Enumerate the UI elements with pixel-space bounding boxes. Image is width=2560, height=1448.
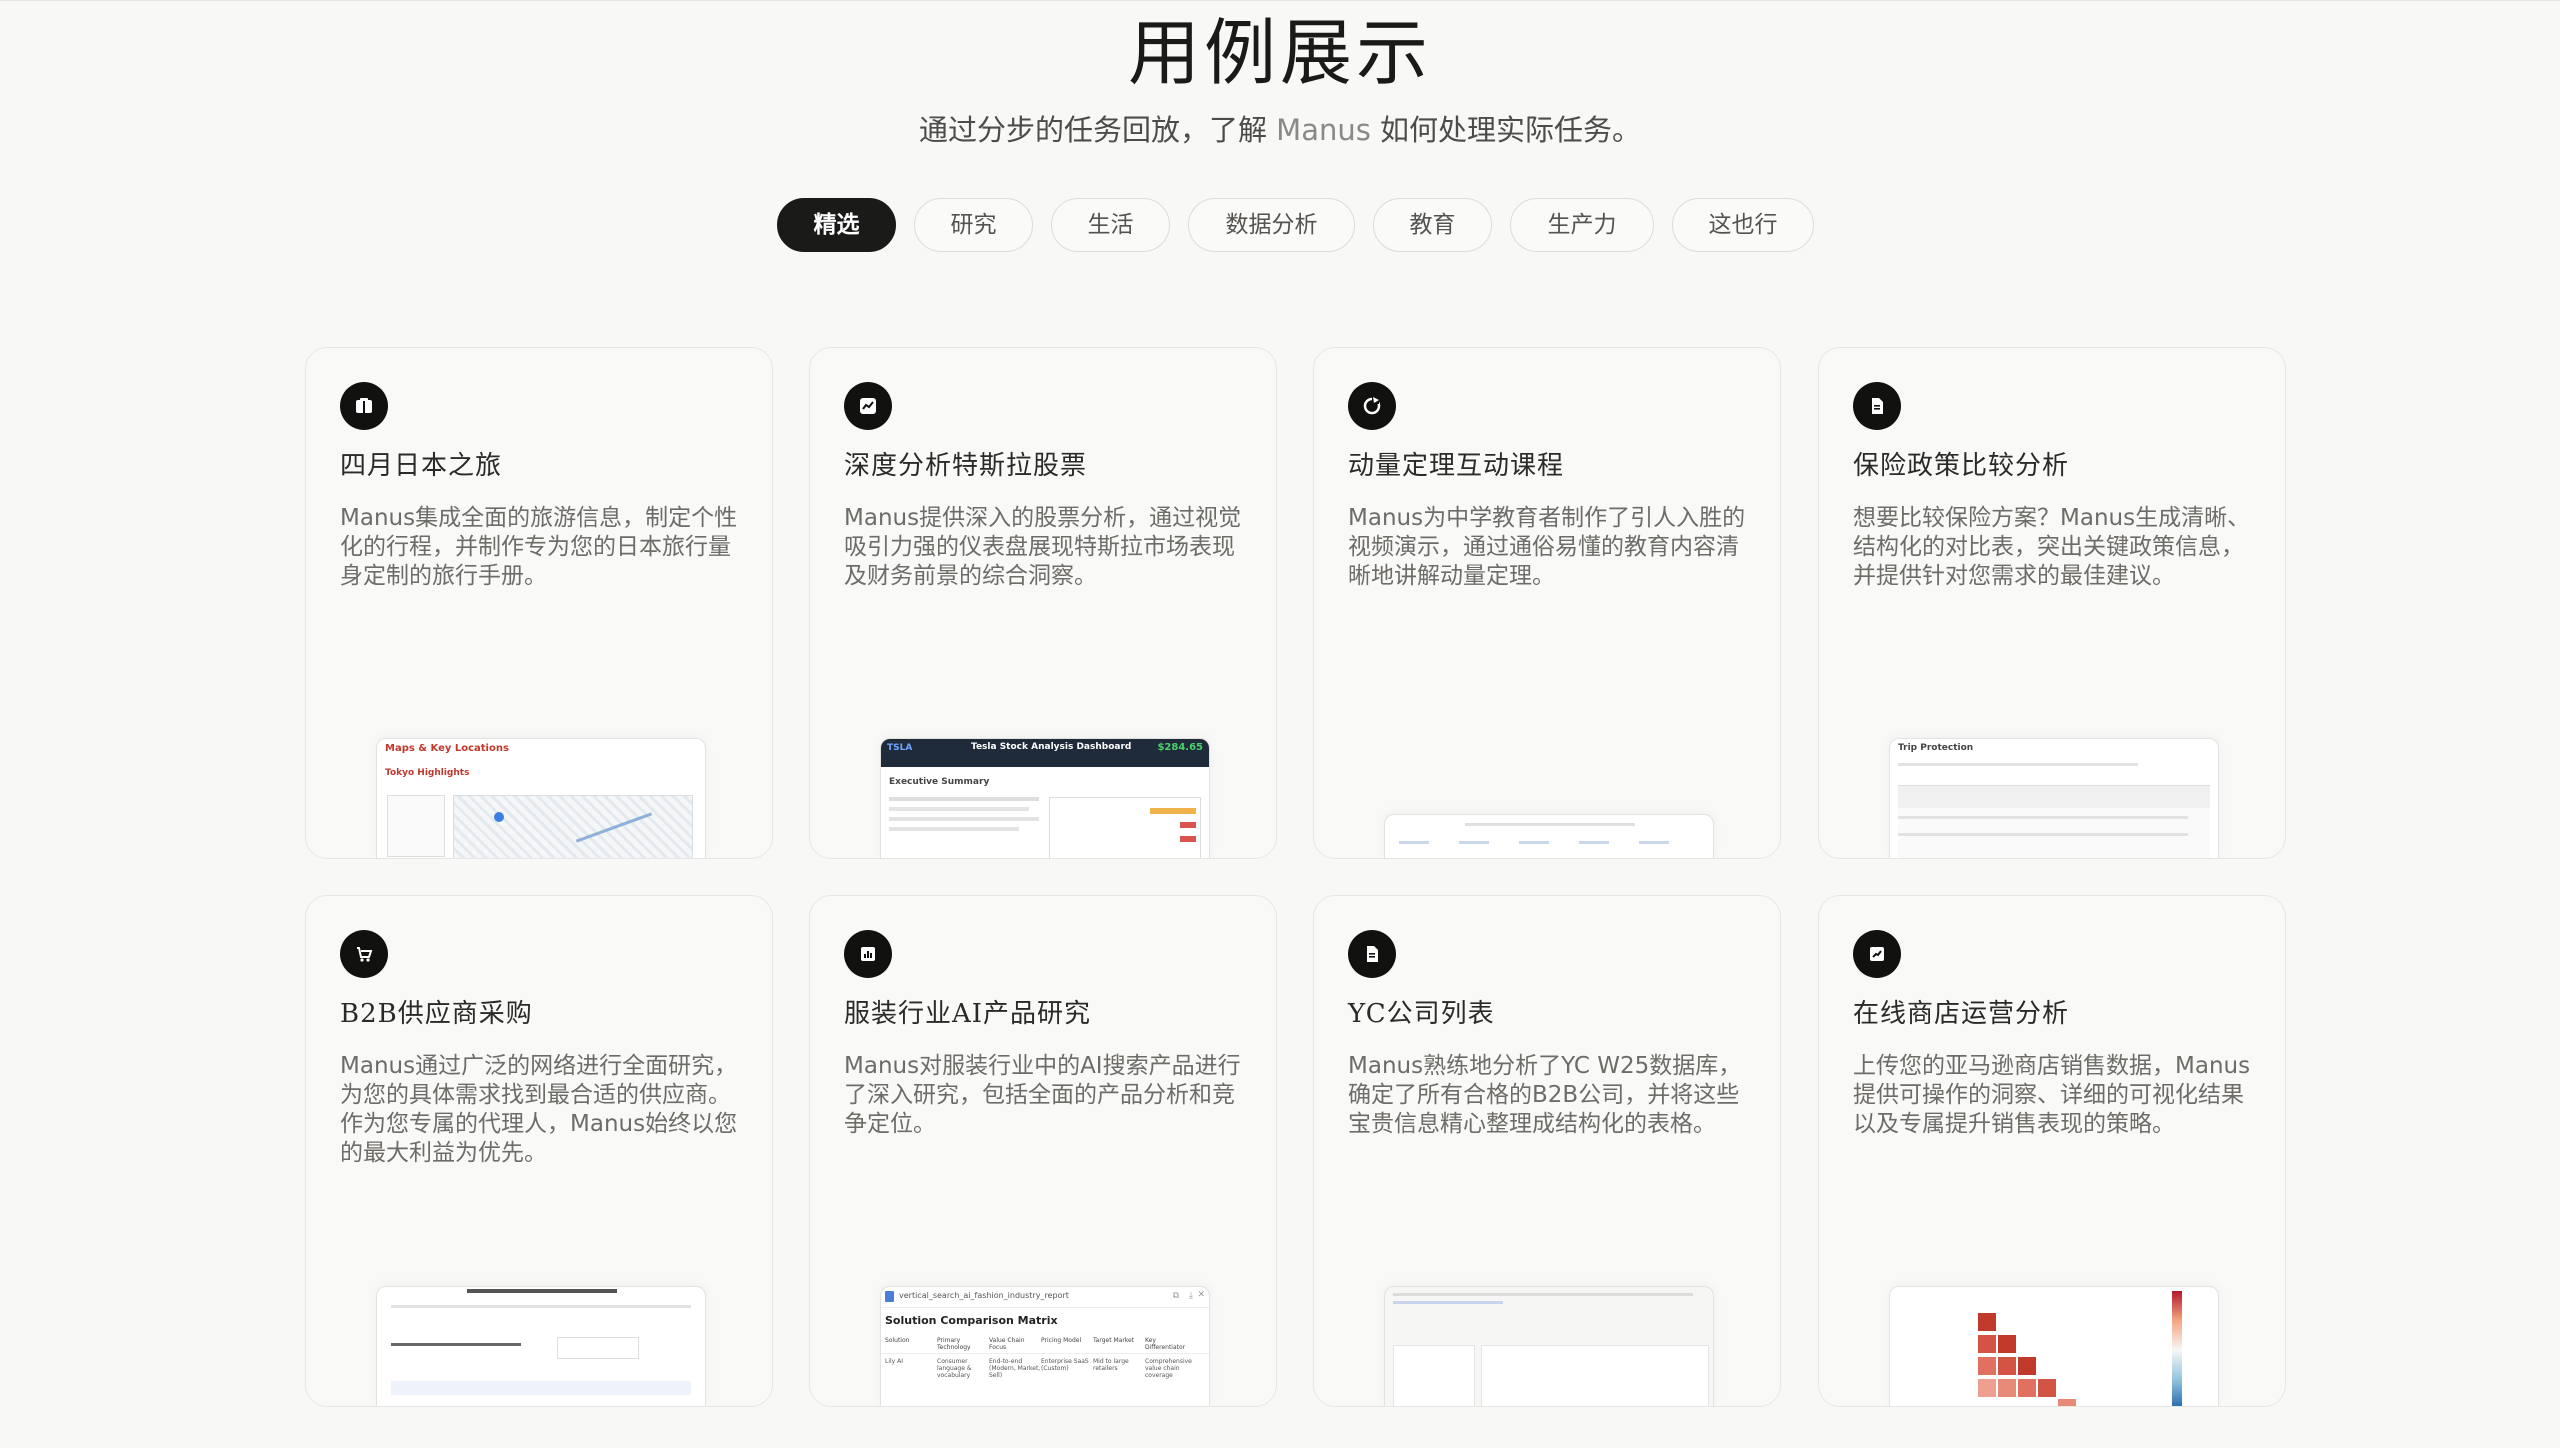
card-preview-thumbnail (1384, 814, 1714, 858)
thumb-heading: Solution Comparison Matrix (885, 1314, 1058, 1327)
card-title: YC公司列表 (1348, 999, 1495, 1029)
card-description: 想要比较保险方案？Manus生成清晰、结构化的对比表，突出关键政策信息，并提供针… (1853, 505, 2251, 589)
tab-data-analysis[interactable]: 数据分析 (1188, 198, 1355, 252)
card-preview-thumbnail (1889, 1286, 2219, 1406)
card-description: Manus为中学教育者制作了引人入胜的视频演示，通过通俗易懂的教育内容清晰地讲解… (1348, 505, 1746, 589)
card-description: Manus通过广泛的网络进行全面研究，为您的具体需求找到最合适的供应商。作为您专… (340, 1053, 738, 1166)
card-title: 深度分析特斯拉股票 (844, 451, 1088, 481)
close-icon: ✕ (1197, 1290, 1205, 1300)
use-case-card-yc-list[interactable]: YC公司列表 Manus熟练地分析了YC W25数据库，确定了所有合格的B2B公… (1313, 895, 1781, 1407)
file-tab-bar: vertical_search_ai_fashion_industry_repo… (881, 1287, 1209, 1308)
thumb-heading: Maps & Key Locations (385, 743, 509, 754)
chart-icon (844, 382, 892, 430)
card-description: Manus对服装行业中的AI搜索产品进行了深入研究，包括全面的产品分析和竞争定位… (844, 1053, 1241, 1137)
dashboard-header-bar: TSLA Tesla Stock Analysis Dashboard $284… (881, 739, 1209, 767)
refresh-icon (1348, 382, 1396, 430)
download-icon: ⤓ (1189, 1291, 1193, 1301)
document-icon (1853, 382, 1901, 430)
thumb-subheading: Executive Summary (889, 777, 990, 787)
thumb-price: $284.65 (1157, 742, 1203, 753)
card-preview-thumbnail (376, 1286, 706, 1406)
use-case-card-store-analysis[interactable]: 在线商店运营分析 上传您的亚马逊商店销售数据，Manus提供可操作的洞察、详细的… (1818, 895, 2286, 1407)
use-case-card-momentum-course[interactable]: 动量定理互动课程 Manus为中学教育者制作了引人入胜的视频演示，通过通俗易懂的… (1313, 347, 1781, 859)
subtitle-text-pre: 通过分步的任务回放，了解 (918, 113, 1277, 147)
document-icon (1348, 930, 1396, 978)
card-title: 服装行业AI产品研究 (844, 999, 1092, 1029)
matrix-header-row: Solution Primary Technology Value Chain … (881, 1331, 1209, 1354)
page-title: 用例展示 (1127, 11, 1432, 95)
category-tabs: 精选 研究 生活 数据分析 教育 生产力 这也行 (0, 198, 2560, 254)
card-title: 四月日本之旅 (340, 451, 503, 481)
file-icon (885, 1291, 894, 1302)
card-title: B2B供应商采购 (340, 999, 533, 1029)
card-title: 动量定理互动课程 (1348, 451, 1565, 481)
tab-life[interactable]: 生活 (1051, 198, 1170, 252)
thumb-heading: Tesla Stock Analysis Dashboard (971, 742, 1132, 752)
thumb-file-name: vertical_search_ai_fashion_industry_repo… (899, 1291, 1069, 1300)
map-image (453, 795, 693, 858)
use-case-card-fashion-ai[interactable]: 服装行业AI产品研究 Manus对服装行业中的AI搜索产品进行了深入研究，包括全… (809, 895, 1277, 1407)
cart-icon (340, 930, 388, 978)
book-icon (340, 382, 388, 430)
tab-this-too[interactable]: 这也行 (1672, 198, 1814, 252)
card-preview-thumbnail: TSLA Tesla Stock Analysis Dashboard $284… (880, 738, 1210, 858)
thumb-ticker: TSLA (887, 743, 913, 753)
card-preview-thumbnail: vertical_search_ai_fashion_industry_repo… (880, 1286, 1210, 1406)
tab-productivity[interactable]: 生产力 (1510, 198, 1654, 252)
use-case-card-japan-trip[interactable]: 四月日本之旅 Manus集成全面的旅游信息，制定个性化的行程，并制作专为您的日本… (305, 347, 773, 859)
subtitle-brand: Manus (1276, 113, 1371, 147)
thumb-heading: Trip Protection (1898, 743, 1974, 753)
card-preview-thumbnail: Maps & Key Locations Tokyo Highlights (376, 738, 706, 858)
use-case-card-b2b-sourcing[interactable]: B2B供应商采购 Manus通过广泛的网络进行全面研究，为您的具体需求找到最合适… (305, 895, 773, 1407)
card-title: 在线商店运营分析 (1853, 999, 2070, 1029)
card-description: Manus集成全面的旅游信息，制定个性化的行程，并制作专为您的日本旅行量身定制的… (340, 505, 738, 589)
tab-research[interactable]: 研究 (914, 198, 1033, 252)
card-description: Manus熟练地分析了YC W25数据库，确定了所有合格的B2B公司，并将这些宝… (1348, 1053, 1742, 1137)
tab-education[interactable]: 教育 (1373, 198, 1492, 252)
analytics-icon (1853, 930, 1901, 978)
card-preview-thumbnail: Trip Protection (1889, 738, 2219, 858)
page-subtitle: 通过分步的任务回放，了解 Manus 如何处理实际任务。 (0, 108, 2560, 152)
card-description: Manus提供深入的股票分析，通过视觉吸引力强的仪表盘展现特斯拉市场表现及财务前… (844, 505, 1242, 589)
comparison-table (1898, 785, 2210, 858)
grid-icon (844, 930, 892, 978)
card-title: 保险政策比较分析 (1853, 451, 2070, 481)
recommendation-table (1049, 797, 1201, 858)
card-description: 上传您的亚马逊商店销售数据，Manus提供可操作的洞察、详细的可视化结果以及专属… (1853, 1053, 2251, 1137)
copy-icon: ⧉ (1172, 1291, 1179, 1301)
subtitle-text-post: 如何处理实际任务。 (1370, 113, 1642, 147)
top-divider (0, 0, 2560, 1)
thumb-subheading: Tokyo Highlights (385, 768, 470, 778)
matrix-row: Lily AI Consumer language & vocabulary E… (885, 1358, 1192, 1379)
card-preview-thumbnail (1384, 1286, 1714, 1406)
use-case-card-insurance-compare[interactable]: 保险政策比较分析 想要比较保险方案？Manus生成清晰、结构化的对比表，突出关键… (1818, 347, 2286, 859)
use-case-card-tesla-analysis[interactable]: 深度分析特斯拉股票 Manus提供深入的股票分析，通过视觉吸引力强的仪表盘展现特… (809, 347, 1277, 859)
use-cases-page: 用例展示 通过分步的任务回放，了解 Manus 如何处理实际任务。 精选 研究 … (0, 0, 2560, 1448)
thumb-info-box (387, 795, 445, 857)
tab-featured[interactable]: 精选 (777, 198, 896, 252)
